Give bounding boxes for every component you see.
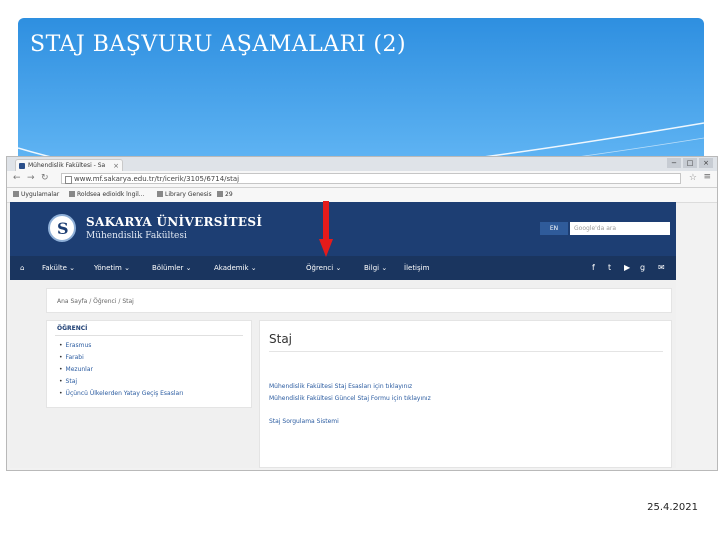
bookmarks-bar: Uygulamalar Roldsea edioidk lngil... Lib… bbox=[7, 188, 717, 203]
bookmark-item[interactable]: Uygulamalar bbox=[13, 191, 59, 198]
favicon-icon bbox=[19, 163, 25, 169]
back-icon[interactable]: ← bbox=[13, 173, 21, 183]
sidebar-item-mezunlar[interactable]: Mezunlar bbox=[59, 366, 93, 373]
university-name: SAKARYA ÜNİVERSİTESİ bbox=[86, 215, 263, 229]
staj-formu-link[interactable]: Mühendislik Fakültesi Güncel Staj Formu … bbox=[269, 395, 431, 402]
menu-icon[interactable]: ≡ bbox=[703, 172, 711, 182]
sidebar-item-farabi[interactable]: Farabi bbox=[59, 354, 84, 361]
sidebar-item-staj[interactable]: Staj bbox=[59, 378, 78, 385]
red-down-arrow-icon bbox=[319, 201, 333, 257]
nav-item-akademik[interactable]: Akademik ⌄ bbox=[214, 264, 257, 272]
language-button[interactable]: EN bbox=[540, 222, 568, 235]
browser-window: Mühendislik Fakültesi - Sa × − □ × ← → ↻… bbox=[6, 156, 718, 471]
forward-icon[interactable]: → bbox=[27, 173, 35, 183]
bookmark-star-icon[interactable]: ☆ bbox=[689, 173, 697, 183]
bookmark-item[interactable]: Library Genesis bbox=[157, 191, 212, 198]
nav-item-ogrenci[interactable]: Öğrenci ⌄ bbox=[306, 264, 341, 272]
email-icon[interactable]: ✉ bbox=[658, 263, 665, 272]
twitter-icon[interactable]: t bbox=[608, 263, 611, 272]
close-button[interactable]: × bbox=[699, 158, 713, 168]
tab-bar: Mühendislik Fakültesi - Sa × − □ × bbox=[7, 157, 717, 171]
page-icon bbox=[65, 176, 72, 184]
url-text: www.mf.sakarya.edu.tr/tr/icerik/3105/671… bbox=[74, 175, 240, 183]
maximize-button[interactable]: □ bbox=[683, 158, 697, 168]
google-plus-icon[interactable]: g bbox=[640, 263, 645, 272]
slide-date: 25.4.2021 bbox=[647, 502, 698, 513]
sidebar-item-yatay-gecis[interactable]: Üçüncü Ülkelerden Yatay Geçiş Esasları bbox=[59, 390, 184, 397]
divider bbox=[269, 351, 663, 352]
breadcrumb[interactable]: Ana Sayfa / Öğrenci / Staj bbox=[46, 288, 672, 313]
nav-item-iletisim[interactable]: İletişim bbox=[404, 264, 429, 272]
facebook-icon[interactable]: f bbox=[592, 263, 595, 272]
url-field[interactable]: www.mf.sakarya.edu.tr/tr/icerik/3105/671… bbox=[61, 173, 681, 184]
tab-title: Mühendislik Fakültesi - Sa bbox=[28, 162, 106, 169]
nav-item-fakulte[interactable]: Fakülte ⌄ bbox=[42, 264, 75, 272]
sidebar-item-erasmus[interactable]: Erasmus bbox=[59, 342, 92, 349]
bookmark-item[interactable]: Roldsea edioidk lngil... bbox=[69, 191, 144, 198]
staj-sorgulama-link[interactable]: Staj Sorgulama Sistemi bbox=[269, 418, 339, 425]
window-controls: − □ × bbox=[667, 158, 713, 168]
bookmark-item[interactable]: 29 bbox=[217, 191, 233, 198]
main-content: Staj Mühendislik Fakültesi Staj Esasları… bbox=[259, 320, 672, 468]
site-nav: ⌂ Fakülte ⌄ Yönetim ⌄ Bölümler ⌄ Akademi… bbox=[10, 256, 676, 280]
page-content: Ana Sayfa / Öğrenci / Staj ÖĞRENCİ Erasm… bbox=[10, 280, 676, 468]
tab-close-button[interactable]: × bbox=[113, 160, 119, 171]
staj-esaslari-link[interactable]: Mühendislik Fakültesi Staj Esasları için… bbox=[269, 383, 412, 390]
sidebar-menu: ÖĞRENCİ Erasmus Farabi Mezunlar Staj Üçü… bbox=[46, 320, 252, 408]
faculty-name: Mühendislik Fakültesi bbox=[86, 231, 187, 241]
bookmark-icon bbox=[157, 191, 163, 197]
nav-item-bolumler[interactable]: Bölümler ⌄ bbox=[152, 264, 192, 272]
bookmark-icon bbox=[217, 191, 223, 197]
site-header: S SAKARYA ÜNİVERSİTESİ Mühendislik Fakül… bbox=[10, 202, 676, 256]
sidebar-title: ÖĞRENCİ bbox=[57, 325, 88, 332]
youtube-icon[interactable]: ▶ bbox=[624, 263, 630, 272]
apps-icon bbox=[13, 191, 19, 197]
university-logo[interactable]: S bbox=[48, 214, 76, 242]
nav-item-bilgi[interactable]: Bilgi ⌄ bbox=[364, 264, 387, 272]
slide-title: STAJ BAŞVURU AŞAMALARI (2) bbox=[30, 32, 407, 57]
address-bar: ← → ↻ www.mf.sakarya.edu.tr/tr/icerik/31… bbox=[7, 171, 717, 188]
site-search-input[interactable]: Google'da ara bbox=[570, 222, 670, 235]
bookmark-icon bbox=[69, 191, 75, 197]
browser-tab[interactable]: Mühendislik Fakültesi - Sa × bbox=[15, 159, 123, 171]
divider bbox=[55, 335, 243, 336]
reload-icon[interactable]: ↻ bbox=[41, 173, 49, 183]
home-icon[interactable]: ⌂ bbox=[20, 264, 24, 272]
nav-item-yonetim[interactable]: Yönetim ⌄ bbox=[94, 264, 130, 272]
minimize-button[interactable]: − bbox=[667, 158, 681, 168]
page-title: Staj bbox=[269, 332, 293, 346]
